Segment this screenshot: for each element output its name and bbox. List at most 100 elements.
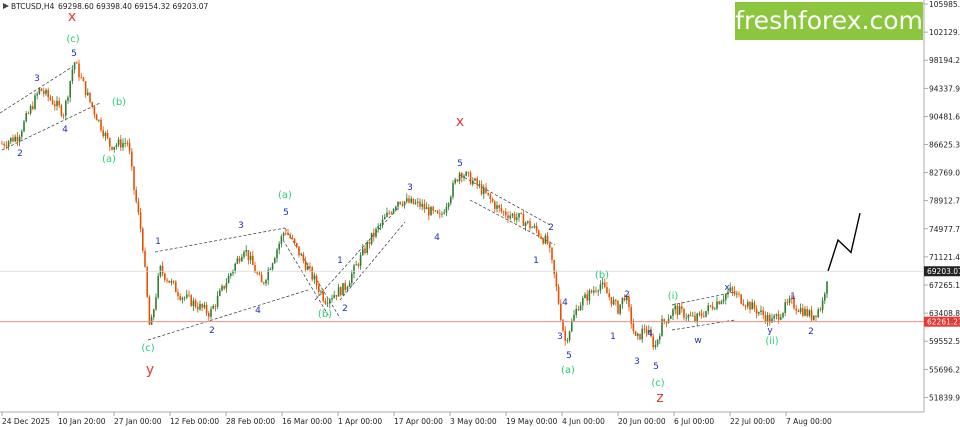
price-tick-label: 71121.45 <box>929 253 960 262</box>
candle-body <box>296 242 298 247</box>
candle-body <box>802 307 804 316</box>
candle-body <box>496 205 498 209</box>
candle-body <box>566 340 569 341</box>
candle-body <box>780 317 782 320</box>
candle-body <box>234 263 236 271</box>
candle-body <box>21 131 23 137</box>
time-tick-label: 20 Jun 00:00 <box>618 417 666 426</box>
candle-body <box>485 187 487 193</box>
candle-body <box>10 137 12 142</box>
candle-body <box>584 294 586 299</box>
candle-body <box>192 300 195 307</box>
candle-body <box>12 137 14 142</box>
candle-body <box>716 301 718 309</box>
candle-body <box>5 145 8 147</box>
candle-body <box>786 302 789 304</box>
candle-body <box>610 297 613 305</box>
candle-body <box>520 213 522 214</box>
candle-body <box>135 189 137 202</box>
candle-body <box>337 287 340 297</box>
candle-body <box>705 311 707 317</box>
candle-body <box>137 201 140 213</box>
wave-label: z <box>656 390 663 406</box>
candle-body <box>27 113 30 115</box>
candle-body <box>806 309 808 316</box>
wave-label: 2 <box>548 223 554 233</box>
candle-body <box>674 305 676 310</box>
candle-body <box>260 274 263 283</box>
candle-body <box>681 306 683 309</box>
candle-body <box>819 309 822 311</box>
candle-body <box>60 105 63 116</box>
candle-body <box>62 115 65 117</box>
candle-body <box>148 296 151 325</box>
candle-body <box>502 211 505 213</box>
candle-body <box>696 313 698 322</box>
candle-body <box>379 224 382 227</box>
candle-body <box>458 173 461 182</box>
candle-body <box>507 215 509 219</box>
wave-label: (a) <box>102 154 116 165</box>
candle-body <box>65 100 67 116</box>
candle-body <box>753 302 756 309</box>
price-chart[interactable]: 62261.27 69203.07 105985.50 102129.00 98194… <box>0 0 960 427</box>
candle-body <box>630 307 632 324</box>
candle-body <box>362 248 364 255</box>
candle-body <box>71 69 74 82</box>
candle-body <box>80 77 82 79</box>
candle-body <box>722 299 725 302</box>
brand-logo: freshforex.com <box>735 2 923 40</box>
wave-label: (a) <box>278 190 292 201</box>
candle-body <box>73 62 76 70</box>
time-tick-label: 16 Mar 00:00 <box>282 417 332 426</box>
candle-body <box>513 214 516 220</box>
candle-body <box>718 301 720 305</box>
candle-body <box>386 212 388 217</box>
candle-body <box>179 296 181 300</box>
wave-label: (c) <box>66 34 79 45</box>
time-tick-label: 3 May 00:00 <box>450 417 497 426</box>
wave-label: 3 <box>238 221 244 231</box>
current-price-value: 69203.07 <box>927 267 960 276</box>
candle-body <box>498 205 500 208</box>
candle-body <box>7 141 10 147</box>
candle-body <box>406 198 408 202</box>
candle-body <box>82 77 85 82</box>
candle-body <box>201 303 203 308</box>
candle-body <box>113 146 115 150</box>
candle-body <box>531 227 533 229</box>
candle-body <box>694 315 696 322</box>
candle-body <box>216 295 219 307</box>
candle-body <box>293 238 296 243</box>
candle-body <box>452 183 454 197</box>
candle-body <box>353 265 355 274</box>
candle-body <box>351 273 353 284</box>
candle-body <box>663 319 665 322</box>
candle-body <box>773 315 775 319</box>
candle-body <box>808 310 811 316</box>
candle-body <box>238 258 241 262</box>
candle-body <box>181 297 184 300</box>
candle-body <box>689 314 692 316</box>
candle-body <box>199 303 201 310</box>
candle-body <box>634 331 637 336</box>
candle-body <box>595 290 597 292</box>
time-tick-label: 12 Feb 00:00 <box>170 417 219 426</box>
support-level-value: 62261.27 <box>927 318 960 327</box>
candle-body <box>478 184 481 186</box>
candle-body <box>582 298 584 306</box>
candle-body <box>95 114 98 121</box>
candle-body <box>810 310 813 320</box>
candle-body <box>489 194 492 199</box>
candle-body <box>122 142 124 148</box>
candle-body <box>117 139 120 145</box>
chart-header: BTCUSD,H4 69298.60 69398.40 69154.32 692… <box>3 2 209 11</box>
wave-label: 2 <box>808 327 814 337</box>
wave-label: 1 <box>790 292 796 302</box>
candle-body <box>656 339 659 345</box>
candle-body <box>100 119 102 131</box>
candle-body <box>461 173 463 178</box>
candle-body <box>36 93 38 96</box>
candle-body <box>111 146 113 150</box>
candle-body <box>524 222 527 227</box>
